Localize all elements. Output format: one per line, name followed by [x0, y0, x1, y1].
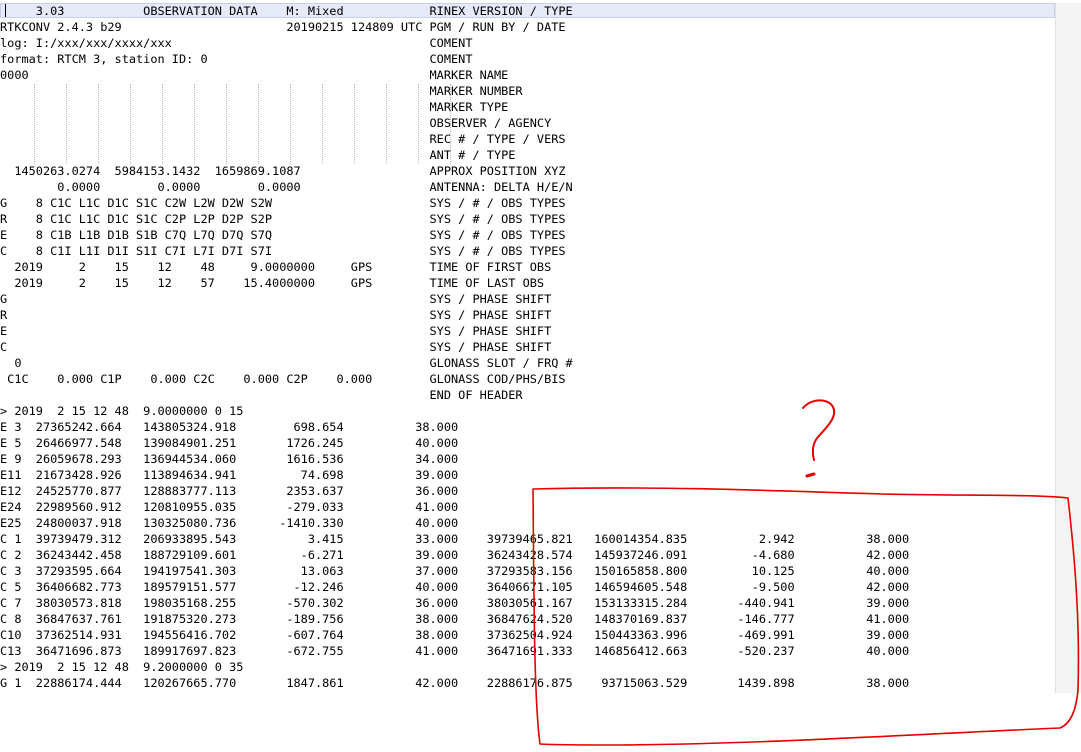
text-line: E11 21673428.926 113894634.941 74.698 39… — [0, 468, 459, 482]
text-line: C 5 36406682.773 189579151.577 -12.246 4… — [0, 580, 910, 594]
text-line: C 8 C1I L1I D1I S1I C7I L7I D7I S7I SYS … — [0, 244, 566, 258]
whitespace-marker — [450, 84, 451, 164]
text-line: 0.0000 0.0000 0.0000 ANTENNA: DELTA H/E/… — [0, 180, 573, 194]
text-line: C 3 37293595.664 194197541.303 13.063 37… — [0, 564, 910, 578]
text-line: C SYS / PHASE SHIFT — [0, 340, 552, 354]
text-line: REC # / TYPE / VERS — [0, 132, 566, 146]
whitespace-marker — [354, 84, 355, 164]
text-line: format: RTCM 3, station ID: 0 COMENT — [0, 52, 473, 66]
text-line: G 1 22886174.444 120267665.770 1847.861 … — [0, 676, 910, 690]
whitespace-marker — [386, 84, 387, 164]
text-line: E 9 26059678.293 136944534.060 1616.536 … — [0, 452, 459, 466]
text-line: C13 36471696.873 189917697.823 -672.755 … — [0, 644, 910, 658]
text-line: C 8 36847637.761 191875320.273 -189.756 … — [0, 612, 910, 626]
text-line: 2019 2 15 12 57 15.4000000 GPS TIME OF L… — [0, 276, 545, 290]
whitespace-marker — [130, 84, 131, 164]
text-line: END OF HEADER — [0, 388, 523, 402]
whitespace-marker — [418, 84, 419, 164]
whitespace-marker — [322, 84, 323, 164]
text-line: > 2019 2 15 12 48 9.2000000 0 35 — [0, 660, 244, 674]
whitespace-marker — [162, 84, 163, 164]
text-line: RTKCONV 2.4.3 b29 20190215 124809 UTC PG… — [0, 20, 566, 34]
whitespace-marker — [98, 84, 99, 164]
text-line: E24 22989560.912 120810955.035 -279.033 … — [0, 500, 459, 514]
text-line: E25 24800037.918 130325080.736 -1410.330… — [0, 516, 459, 530]
text-line: E12 24525770.877 128883777.113 2353.637 … — [0, 484, 459, 498]
text-line: R 8 C1C L1C D1C S1C C2P L2P D2P S2P SYS … — [0, 212, 566, 226]
text-line: E 5 26466977.548 139084901.251 1726.245 … — [0, 436, 459, 450]
whitespace-marker — [226, 84, 227, 164]
text-line: 0000 MARKER NAME — [0, 68, 509, 82]
text-line: C1C 0.000 C1P 0.000 C2C 0.000 C2P 0.000 … — [0, 372, 566, 386]
text-caret — [5, 4, 6, 17]
text-line: OBSERVER / AGENCY — [0, 116, 552, 130]
text-line: log: I:/xxx/xxx/xxxx/xxx COMENT — [0, 36, 473, 50]
text-line: C10 37362514.931 194556416.702 -607.764 … — [0, 628, 910, 642]
whitespace-marker — [194, 84, 195, 164]
whitespace-marker — [66, 84, 67, 164]
text-line: C 2 36243442.458 188729109.601 -6.271 39… — [0, 548, 910, 562]
text-line: E 8 C1B L1B D1B S1B C7Q L7Q D7Q S7Q SYS … — [0, 228, 566, 242]
text-line: 0 GLONASS SLOT / FRQ # — [0, 356, 573, 370]
vertical-scrollbar[interactable] — [1055, 3, 1081, 693]
text-line: MARKER TYPE — [0, 100, 509, 114]
red-question-mark-stroke — [802, 399, 836, 461]
text-line: 3.03 OBSERVATION DATA M: Mixed RINEX VER… — [0, 4, 573, 18]
text-line: G SYS / PHASE SHIFT — [0, 292, 552, 306]
whitespace-marker — [290, 84, 291, 164]
text-line: > 2019 2 15 12 48 9.0000000 0 15 — [0, 404, 244, 418]
text-line: 2019 2 15 12 48 9.0000000 GPS TIME OF FI… — [0, 260, 552, 274]
red-question-mark-dot — [805, 472, 816, 478]
text-line: 1450263.0274 5984153.1432 1659869.1087 A… — [0, 164, 566, 178]
text-line: R SYS / PHASE SHIFT — [0, 308, 552, 322]
text-line: MARKER NUMBER — [0, 84, 523, 98]
whitespace-marker — [258, 84, 259, 164]
text-editor[interactable]: 3.03 OBSERVATION DATA M: Mixed RINEX VER… — [0, 0, 1081, 752]
text-line: E SYS / PHASE SHIFT — [0, 324, 552, 338]
text-line: C 7 38030573.818 198035168.255 -570.302 … — [0, 596, 910, 610]
text-line: C 1 39739479.312 206933895.543 3.415 33.… — [0, 532, 910, 546]
text-line: G 8 C1C L1C D1C S1C C2W L2W D2W S2W SYS … — [0, 196, 566, 210]
whitespace-marker — [34, 84, 35, 164]
text-line: E 3 27365242.664 143805324.918 698.654 3… — [0, 420, 459, 434]
